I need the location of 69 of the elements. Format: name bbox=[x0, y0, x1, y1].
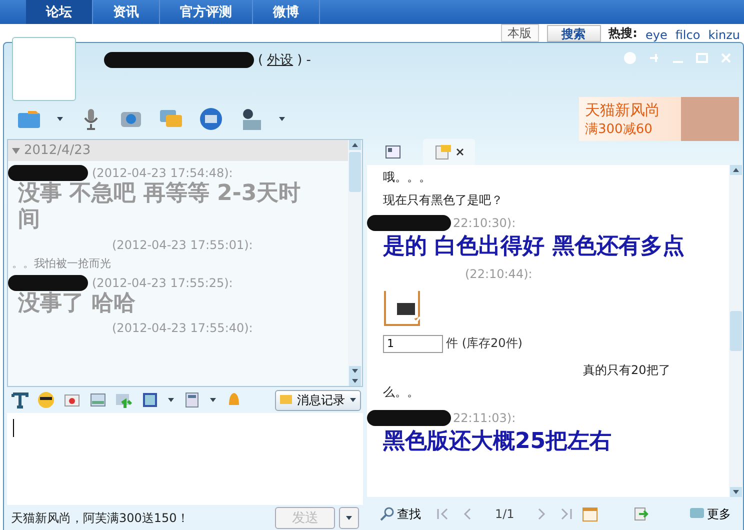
scrollbar-thumb[interactable] bbox=[730, 311, 742, 351]
search-scope-dropdown[interactable]: 本版 bbox=[500, 24, 539, 42]
calculator-icon[interactable] bbox=[183, 391, 201, 409]
hot-search-label: 热搜: bbox=[608, 25, 638, 42]
more-button[interactable]: 更多 bbox=[683, 504, 737, 524]
site-nav-tab[interactable]: 官方评测 bbox=[160, 0, 253, 24]
stock-label: 件 (库存20件) bbox=[446, 335, 522, 352]
caret-icon bbox=[345, 514, 353, 522]
screenshot-icon[interactable] bbox=[141, 391, 159, 409]
hot-search-link[interactable]: filco bbox=[675, 28, 700, 42]
find-button[interactable]: 查找 bbox=[373, 504, 427, 524]
message-history-button[interactable]: 消息记录 bbox=[275, 390, 361, 410]
ad-subtitle: 满300减60 bbox=[585, 120, 654, 138]
ad-link[interactable]: 天猫新风尚，阿芙满300送150！ bbox=[11, 510, 271, 526]
search-button[interactable]: 搜索 bbox=[546, 25, 601, 42]
message-text: 哦。。。 bbox=[383, 169, 432, 186]
message-time: (2012-04-23 17:55:25): bbox=[92, 276, 233, 290]
title-text: ) - bbox=[297, 52, 311, 68]
photo-placeholder bbox=[681, 97, 739, 141]
message-time: (2012-04-23 17:55:01): bbox=[112, 238, 253, 252]
globe-icon[interactable] bbox=[198, 106, 224, 132]
message-input-field[interactable] bbox=[7, 413, 363, 505]
title-text: ( bbox=[258, 52, 264, 68]
hot-search-link[interactable]: eye bbox=[645, 28, 668, 42]
message-text: 真的只有20把了么。。 bbox=[383, 362, 672, 402]
send-options-button[interactable] bbox=[339, 507, 359, 529]
scrollbar-thumb[interactable] bbox=[349, 152, 361, 192]
page-indicator: 1/1 bbox=[494, 507, 516, 521]
product-thumbnail-icon[interactable] bbox=[383, 288, 421, 326]
font-icon[interactable] bbox=[11, 391, 29, 409]
message-time: 22:11:03): bbox=[453, 411, 516, 426]
site-nav-tab[interactable]: 微博 bbox=[253, 0, 320, 24]
caret-icon[interactable] bbox=[209, 396, 217, 404]
message-text: 没事了 哈哈 bbox=[16, 290, 137, 318]
avatar-placeholder bbox=[12, 37, 76, 101]
message-text: 。。我怕被一抢而光 bbox=[11, 256, 112, 271]
group-link[interactable]: 外设 bbox=[267, 51, 294, 69]
scroll-down-arrow-icon[interactable] bbox=[349, 376, 361, 386]
quantity-field[interactable]: 1 bbox=[383, 334, 443, 352]
message-text: 是的 白色出得好 黑色还有多点 bbox=[383, 233, 686, 260]
message-text: 黑色版还大概25把左右 bbox=[383, 428, 613, 456]
image-upload-icon[interactable] bbox=[115, 391, 133, 409]
caret-icon[interactable] bbox=[349, 396, 357, 404]
expanded-triangle-icon[interactable] bbox=[12, 146, 20, 154]
export-icon[interactable] bbox=[632, 506, 649, 522]
emoji-icon[interactable] bbox=[37, 391, 55, 409]
caret-icon[interactable] bbox=[278, 115, 286, 123]
site-nav-tab[interactable]: 资讯 bbox=[93, 0, 160, 24]
message-time: (2012-04-23 17:55:40): bbox=[112, 321, 253, 336]
search-icon bbox=[379, 506, 395, 522]
scroll-up-arrow-icon[interactable] bbox=[730, 165, 742, 175]
hot-search-link[interactable]: kinzu bbox=[708, 28, 740, 42]
note-bubble-icon bbox=[434, 143, 452, 161]
message-text: 没事 不急吧 再等等 2-3天时间 bbox=[16, 181, 302, 234]
image-icon[interactable] bbox=[89, 391, 107, 409]
scroll-up-arrow-icon[interactable] bbox=[349, 140, 361, 150]
calendar-icon[interactable] bbox=[582, 506, 598, 522]
contact-card-icon bbox=[384, 143, 402, 161]
message-time: 22:10:30): bbox=[453, 216, 516, 230]
caret-icon[interactable] bbox=[167, 396, 175, 404]
caret-icon[interactable] bbox=[56, 115, 64, 123]
scroll-down-arrow-icon[interactable] bbox=[349, 366, 361, 376]
scroll-down-arrow-icon[interactable] bbox=[730, 487, 742, 497]
message-text: 现在只有黑色了是吧？ bbox=[383, 192, 504, 209]
ad-title: 天猫新风尚 bbox=[585, 100, 660, 120]
site-nav-tab[interactable]: 论坛 bbox=[26, 0, 93, 24]
close-icon[interactable] bbox=[456, 148, 464, 156]
message-time: (22:10:44): bbox=[465, 266, 532, 280]
message-time: (2012-04-23 17:54:48): bbox=[92, 166, 233, 180]
